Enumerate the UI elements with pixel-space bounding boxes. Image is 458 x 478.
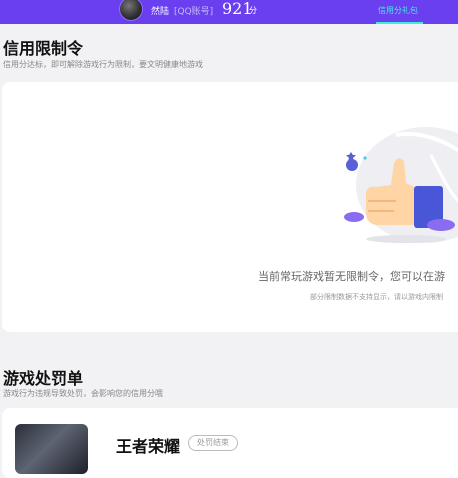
penalty-subtitle: 游戏行为违规导致处罚，会影响您的信用分哦 [3,389,163,398]
restriction-title: 信用限制令 [3,39,84,58]
penalty-title: 游戏处罚单 [3,369,84,388]
gift-link[interactable]: 信用分礼包 [378,5,418,16]
game-name: 王者荣耀 [116,437,181,456]
empty-state-text: 当前常玩游戏暂无限制令，您可以在游 [258,270,445,283]
game-icon [15,424,88,474]
account-type: [QQ账号] [174,7,214,17]
restriction-subtitle: 信用分达标，即可解除游戏行为限制，要文明健康地游戏 [3,60,203,69]
gift-link-underline [376,22,423,24]
nickname: 然陆 [151,7,170,17]
thumbs-up-icon [344,127,458,243]
score-unit: 分 [249,6,257,15]
empty-state-note: 部分限制数据不支持显示，请以游戏内限制 [310,293,443,301]
credit-score: 921 [222,0,253,18]
status-badge: 处罚结束 [188,435,238,451]
